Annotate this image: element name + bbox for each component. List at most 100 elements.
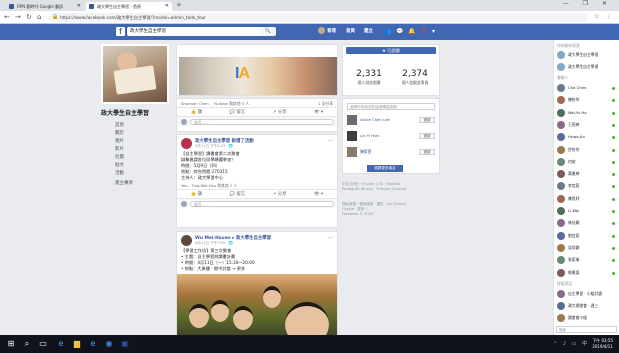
search-icon[interactable]: 🔍	[260, 27, 276, 36]
new-tab-button[interactable]: +	[176, 1, 182, 9]
invite-search-input[interactable]: 邀請你的朋友對這個專頁按讚	[347, 103, 435, 110]
nav-home[interactable]: 首頁	[115, 122, 175, 128]
page-title[interactable]: 政大學生自主學習	[101, 108, 173, 117]
home-link[interactable]: 首頁	[346, 27, 355, 36]
chat-page-item[interactable]: 政大學生自主學習	[557, 50, 617, 60]
comment-action[interactable]: 💬 留言	[230, 190, 246, 198]
nav-posts[interactable]: 貼文	[115, 162, 175, 168]
invite-button[interactable]: 邀請	[419, 149, 435, 155]
window-controls[interactable]: — ❐ ✕	[563, 0, 613, 7]
post-photo[interactable]	[177, 274, 337, 341]
chat-group-item[interactable]: 自主學習 · 小組討論	[557, 289, 617, 299]
nav-about[interactable]: 關於	[115, 130, 175, 136]
task-view-icon[interactable]: ▭	[38, 339, 48, 349]
create-link[interactable]: 建立	[364, 27, 373, 36]
cover-photo[interactable]: IA	[179, 57, 337, 95]
chat-contact-item[interactable]: 黃雅婷	[557, 169, 617, 179]
browser-tab-active[interactable]: 政大學生自主學習 - 首頁 ✕	[86, 2, 172, 11]
chat-contact-item[interactable]: 郭雅惠	[557, 268, 617, 278]
bookmark-star-icon[interactable]: ☆	[594, 13, 599, 20]
back-icon[interactable]: ←	[4, 13, 10, 21]
like-action[interactable]: 👍 讚	[191, 108, 202, 116]
comment-action[interactable]: 💬 留言	[230, 108, 246, 116]
taskbar-clock[interactable]: 下午 03:55 2019/4/11	[592, 338, 613, 350]
windows-start-icon[interactable]: ⊞	[6, 339, 16, 349]
account-menu-icon[interactable]: ▾	[432, 27, 435, 36]
edge-icon[interactable]: e	[56, 339, 66, 349]
browser-tab[interactable]: RPN 勤時刊 Google 翻訳 ✕	[6, 2, 84, 11]
word-icon[interactable]: ▣	[120, 339, 130, 349]
ie-icon[interactable]: e	[88, 339, 98, 349]
chat-contact-item[interactable]: 張家瑜	[557, 255, 617, 265]
chat-contact-item[interactable]: 陳思妤	[557, 194, 617, 204]
chat-contact-item[interactable]: 吳欣穎	[557, 243, 617, 253]
likes-stat[interactable]: 2,331 個人說這個讚	[347, 69, 391, 86]
chat-contact-item[interactable]: Wei-Yu Ho	[557, 108, 617, 118]
system-tray-icons[interactable]: ⌃ ♪ ▭ 中	[553, 340, 589, 347]
profile-link[interactable]: 育瑄	[318, 27, 336, 36]
friend-name[interactable]: 陳宥萱	[360, 149, 371, 155]
chat-group-item[interactable]: 政大讀書會 · 週三	[557, 301, 617, 311]
chat-contact-item[interactable]: 劉宜庭	[557, 231, 617, 241]
seen-action[interactable]: 👁 ▾	[314, 108, 323, 116]
menu-icon[interactable]: ⋮	[606, 13, 612, 20]
facebook-search-input[interactable]: 政大學生自主學習	[127, 27, 269, 36]
search-icon[interactable]: ⌕	[22, 339, 32, 349]
liked-page-button[interactable]: ★ 已說讚	[346, 47, 436, 54]
facebook-logo[interactable]: f	[116, 27, 125, 36]
share-action[interactable]: ↗ 分享	[273, 108, 287, 116]
help-icon[interactable]: ❓	[420, 27, 427, 36]
chat-contact-item[interactable]: 王莉婷	[557, 120, 617, 130]
chat-contact-item[interactable]: Hsiao-An	[557, 132, 617, 142]
author-avatar[interactable]	[181, 138, 192, 149]
friend-name[interactable]: Annie Chen Lee	[360, 117, 390, 122]
comment-input[interactable]: 留言……	[190, 201, 334, 207]
chat-group-item[interactable]: 讀書會小組	[557, 313, 617, 323]
forward-icon[interactable]: →	[15, 13, 21, 21]
share-action[interactable]: ↗ 分享	[273, 190, 287, 198]
invite-button[interactable]: 邀請	[419, 133, 435, 139]
chat-contact-item[interactable]: 陳怡伶	[557, 95, 617, 105]
messenger-icon[interactable]: 💬	[396, 27, 403, 36]
reaction-summary[interactable]: Shannon Chen 、Yu-Naai 和其他 5 人 1 次分享	[177, 99, 337, 107]
nav-groups[interactable]: 社團	[115, 154, 175, 160]
create-page-link[interactable]: 建立專頁	[115, 180, 175, 186]
chat-contact-item[interactable]: Cho Chen	[557, 83, 617, 93]
friend-avatar[interactable]	[347, 131, 357, 141]
friend-avatar[interactable]	[347, 147, 357, 157]
chat-page-item[interactable]: 政大學生自主學習	[557, 62, 617, 72]
page-profile-picture[interactable]	[101, 44, 169, 104]
chat-contact-item[interactable]: 李宜庭	[557, 181, 617, 191]
post-options-icon[interactable]: ···	[328, 235, 333, 241]
seen-action[interactable]: 👁 ▾	[314, 190, 323, 198]
chat-contact-item[interactable]: 許怡伶	[557, 145, 617, 155]
file-explorer-icon[interactable]: ▆	[72, 339, 82, 349]
friend-requests-icon[interactable]: 👥	[384, 27, 391, 36]
language-line[interactable]: Português (Brasil) · Français (France)	[342, 187, 440, 192]
invite-more-button[interactable]: 邀請更多朋友	[367, 165, 403, 172]
close-tab-icon[interactable]: ✕	[77, 2, 81, 11]
home-icon[interactable]: ⌂	[37, 13, 41, 21]
author-avatar[interactable]	[181, 235, 192, 246]
comment-input[interactable]: 留言……	[190, 119, 334, 125]
nav-events[interactable]: 活動	[115, 170, 175, 176]
friend-avatar[interactable]	[347, 115, 357, 125]
close-tab-icon[interactable]: ✕	[165, 2, 169, 11]
nav-photos[interactable]: 相片	[115, 138, 175, 144]
follows-stat[interactable]: 2,374 個人追蹤此專頁	[393, 69, 437, 86]
post-time[interactable]: 4月11日 下午4:23 · 🌐	[195, 144, 233, 149]
chat-search-input[interactable]: 搜尋	[556, 326, 617, 333]
notifications-icon[interactable]: 🔔	[408, 27, 415, 36]
nav-videos[interactable]: 影片	[115, 146, 175, 152]
chat-contact-item[interactable]: Li Wei	[557, 206, 617, 216]
chat-contact-item[interactable]: 林佳穎	[557, 218, 617, 228]
reaction-summary[interactable]: You、Ting-Wei Hsu 和其他 2 人	[177, 181, 337, 189]
friend-name[interactable]: Lin Yi Hsin	[360, 133, 380, 138]
reload-icon[interactable]: ↻	[26, 13, 32, 21]
like-action[interactable]: 👍 讚	[191, 190, 202, 198]
post-time[interactable]: 4月11日 下午3:50 · 🌐	[195, 241, 233, 246]
chrome-icon[interactable]: ◉	[104, 339, 114, 349]
post-options-icon[interactable]: ···	[328, 138, 333, 144]
url-input[interactable]: 🔒 https://www.facebook.com/政大學生自主學習/?mod…	[48, 13, 588, 22]
chat-contact-item[interactable]: 何宛	[557, 157, 617, 167]
